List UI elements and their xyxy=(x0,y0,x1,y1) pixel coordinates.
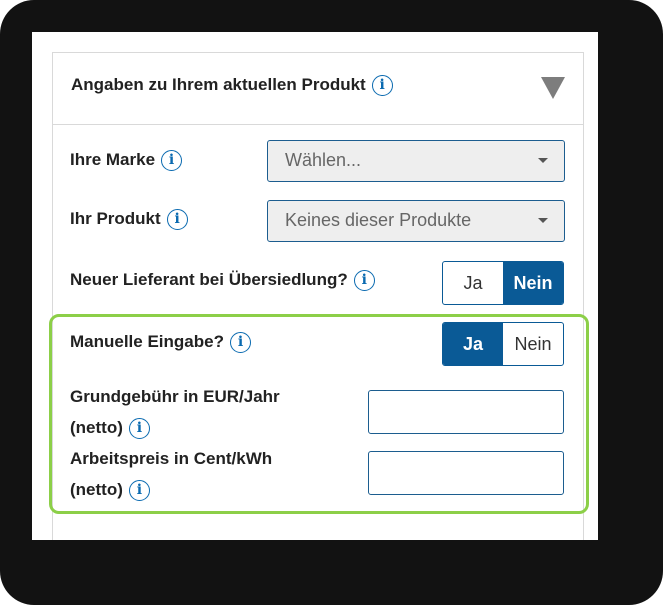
new-supplier-yes-option[interactable]: Ja xyxy=(443,262,503,304)
product-select-value: Keines dieser Produkte xyxy=(285,210,472,230)
energy-price-input[interactable] xyxy=(368,451,564,495)
section-title: Angaben zu Ihrem aktuellen Produkt i xyxy=(71,75,393,97)
card-header: Angaben zu Ihrem aktuellen Produkt i xyxy=(53,53,583,125)
manual-entry-toggle[interactable]: Ja Nein xyxy=(442,322,564,366)
manual-entry-label-text: Manuelle Eingabe? xyxy=(70,332,224,351)
new-supplier-label: Neuer Lieferant bei Übersiedlung? i xyxy=(70,270,375,292)
info-icon[interactable]: i xyxy=(353,270,375,292)
manual-entry-yes-option[interactable]: Ja xyxy=(443,323,503,365)
info-icon[interactable]: i xyxy=(128,480,150,502)
brand-select-value: Wählen... xyxy=(285,150,362,170)
form-panel: Angaben zu Ihrem aktuellen Produkt i Ihre… xyxy=(32,32,598,540)
info-icon[interactable]: i xyxy=(166,209,188,231)
energy-price-label-line2-row: (netto) i xyxy=(70,474,272,505)
brand-label-text: Ihre Marke xyxy=(70,150,156,169)
product-label: Ihr Produkt i xyxy=(70,209,188,231)
product-select[interactable]: Keines dieser Produkte xyxy=(267,200,565,242)
base-fee-label: Grundgebühr in EUR/Jahr (netto) i xyxy=(70,381,280,443)
new-supplier-no-option[interactable]: Nein xyxy=(503,262,563,304)
base-fee-label-line2-row: (netto) i xyxy=(70,412,280,443)
base-fee-label-line2: (netto) xyxy=(70,418,123,437)
base-fee-label-line1: Grundgebühr in EUR/Jahr xyxy=(70,387,280,406)
chevron-down-icon xyxy=(538,158,548,163)
energy-price-label-line2: (netto) xyxy=(70,480,123,499)
manual-entry-no-option[interactable]: Nein xyxy=(503,323,563,365)
brand-select[interactable]: Wählen... xyxy=(267,140,565,182)
new-supplier-toggle[interactable]: Ja Nein xyxy=(442,261,564,305)
brand-label: Ihre Marke i xyxy=(70,150,183,172)
product-label-text: Ihr Produkt xyxy=(70,209,161,228)
chevron-down-icon xyxy=(538,218,548,223)
info-icon[interactable]: i xyxy=(161,150,183,172)
info-icon[interactable]: i xyxy=(128,418,150,440)
section-title-text: Angaben zu Ihrem aktuellen Produkt xyxy=(71,75,366,94)
base-fee-input[interactable] xyxy=(368,390,564,434)
new-supplier-label-text: Neuer Lieferant bei Übersiedlung? xyxy=(70,270,348,289)
energy-price-label-line1: Arbeitspreis in Cent/kWh xyxy=(70,449,273,468)
manual-entry-label: Manuelle Eingabe? i xyxy=(70,332,251,354)
energy-price-label: Arbeitspreis in Cent/kWh (netto) i xyxy=(70,443,272,505)
info-icon[interactable]: i xyxy=(371,75,393,97)
info-icon[interactable]: i xyxy=(229,332,251,354)
collapse-triangle-icon[interactable] xyxy=(541,77,565,99)
